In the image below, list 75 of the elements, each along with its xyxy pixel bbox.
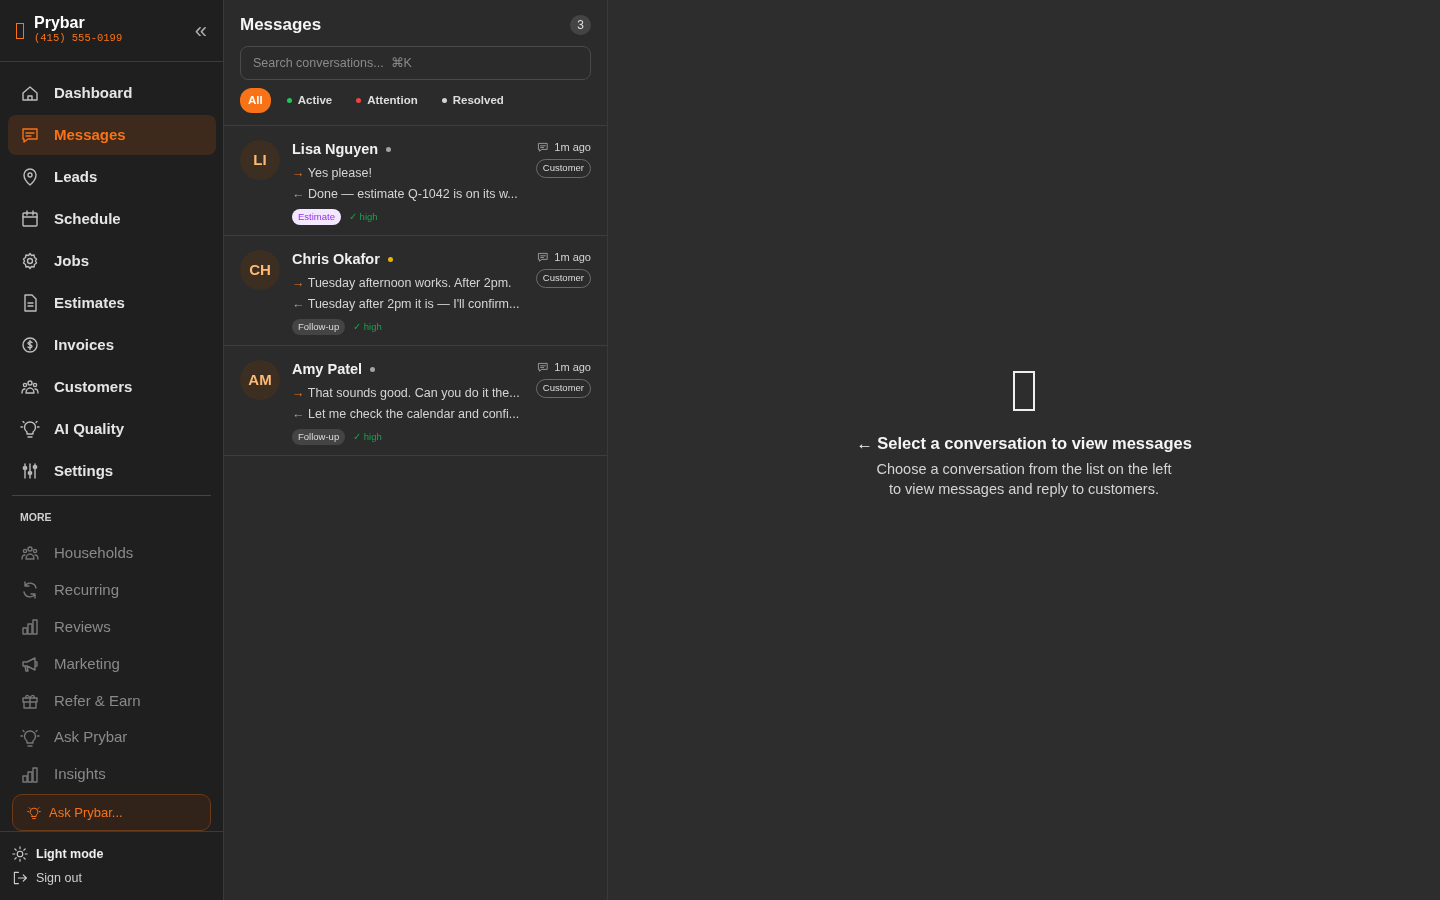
priority-text: ✓ high	[348, 209, 378, 224]
timestamp: 1m ago	[554, 249, 591, 265]
nav-item[interactable]: Refer & Earn	[8, 683, 216, 719]
priority-text: ✓ high	[353, 429, 382, 444]
lightbulb-icon	[20, 727, 40, 748]
lightbulb-icon	[27, 805, 41, 820]
nav-item[interactable]: Messages	[8, 115, 216, 156]
nav-item[interactable]: Settings	[8, 451, 216, 492]
location-pin-icon	[20, 167, 40, 188]
incoming-message: → Yes please!	[292, 164, 373, 182]
brand-name: Prybar	[34, 13, 86, 32]
empty-state-title: ← Select a conversation to view messages	[856, 432, 1192, 454]
nav-item[interactable]: Leads	[8, 157, 216, 198]
incoming-message: → That sounds good. Can you do it the...	[292, 384, 521, 402]
timestamp: 1m ago	[554, 139, 591, 155]
nav-item[interactable]: Marketing	[8, 646, 216, 682]
sign-out-button[interactable]: Sign out	[12, 865, 82, 890]
nav-item[interactable]: AI Quality	[8, 409, 216, 450]
conversation-row[interactable]: AM Amy Patel → That sounds good. Can you do it the... ← Let me check the calendar and confi... Follow-up ✓ high 1m ago Customer	[224, 345, 607, 456]
avatar: AM	[240, 359, 280, 400]
chat-icon	[537, 141, 550, 153]
outgoing-message: ← Done — estimate Q-1042 is on its w...	[292, 185, 519, 203]
lightbulb-icon	[20, 419, 40, 440]
home-icon	[20, 83, 40, 104]
ask-button[interactable]: Ask Prybar...	[12, 794, 211, 831]
incoming-message: → Tuesday afternoon works. After 2pm.	[292, 274, 513, 292]
filter-chip[interactable]: Resolved	[433, 87, 512, 113]
contact-name: Lisa Nguyen	[292, 139, 379, 159]
nav-item[interactable]: Insights	[8, 757, 216, 793]
chat-icon	[537, 361, 550, 373]
empty-state-text: Choose a conversation from the list on the left to view messages and reply to customers.	[876, 460, 1172, 500]
outgoing-message: ← Let me check the calendar and confi...	[292, 405, 521, 423]
nav-item[interactable]: Invoices	[8, 325, 216, 366]
nav-item[interactable]: Reviews	[8, 609, 216, 645]
section-heading: MORE	[19, 510, 53, 526]
contact-name: Amy Patel	[292, 359, 363, 379]
search-field[interactable]: Search conversations... ⌘K	[240, 45, 591, 80]
nav-item[interactable]: Recurring	[8, 572, 216, 608]
dollar-icon	[20, 335, 40, 356]
label-tag: Estimate	[292, 208, 341, 225]
nav-item[interactable]: Households	[8, 535, 216, 571]
missing-glyph-icon	[1013, 370, 1035, 411]
label-tag: Follow-up	[292, 428, 346, 445]
count-badge: 3	[570, 14, 591, 35]
outgoing-message: ← Tuesday after 2pm it is — I'll confirm...	[292, 295, 521, 313]
bar-chart-icon	[20, 617, 40, 638]
label-tag: Follow-up	[292, 318, 346, 335]
conversation-row[interactable]: CH Chris Okafor → Tuesday afternoon works. After 2pm. ← Tuesday after 2pm it is — I'll confirm... Follow-up ✓ high 1m ago Customer	[224, 235, 607, 346]
timestamp: 1m ago	[554, 359, 591, 375]
avatar: LI	[240, 139, 280, 180]
filter-chip[interactable]: Active	[278, 87, 341, 113]
conversation-row[interactable]: LI Lisa Nguyen → Yes please! ← Done — estimate Q-1042 is on its w... Estimate ✓ high 1m ago Customer	[224, 125, 607, 236]
chat-icon	[537, 251, 550, 263]
contact-name: Chris Okafor	[292, 249, 380, 269]
sun-icon	[12, 845, 28, 862]
nav-item[interactable]: Ask Prybar	[8, 720, 216, 756]
sign-out-icon	[12, 869, 28, 886]
collapse-button[interactable]: «	[194, 19, 207, 42]
sliders-icon	[20, 461, 40, 482]
missing-glyph-icon	[16, 22, 24, 39]
nav-item[interactable]: Schedule	[8, 199, 216, 240]
avatar: CH	[240, 249, 280, 290]
refresh-icon	[20, 580, 40, 601]
theme-toggle[interactable]: Light mode	[12, 841, 104, 866]
panel-title: Messages	[240, 14, 322, 36]
calendar-icon	[20, 209, 40, 230]
nav-item[interactable]: Customers	[8, 367, 216, 408]
filter-chip[interactable]: Attention	[348, 87, 426, 113]
nav-item[interactable]: Jobs	[8, 241, 216, 282]
nav-item[interactable]: Estimates	[8, 283, 216, 324]
nav-item[interactable]: Dashboard	[8, 73, 216, 114]
bar-chart-icon	[20, 764, 40, 785]
phone-number: (415) 555-0199	[34, 31, 124, 47]
settings-icon	[20, 251, 40, 272]
priority-text: ✓ high	[353, 319, 382, 334]
